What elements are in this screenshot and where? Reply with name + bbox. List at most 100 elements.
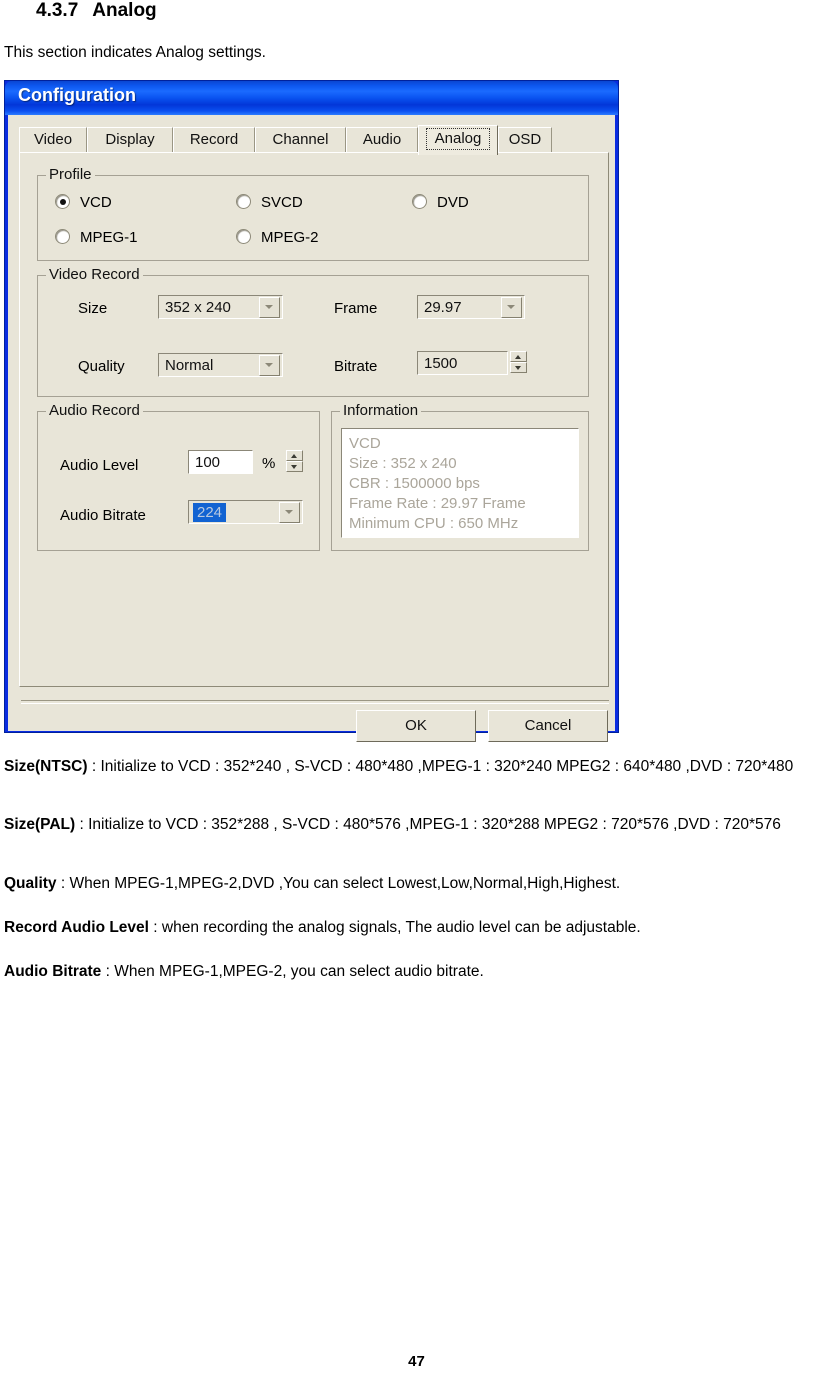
radio-profile-mpeg2[interactable]: MPEG-2 [236, 229, 319, 246]
quality-combobox[interactable]: Normal [158, 353, 283, 377]
tab-analog-label: Analog [426, 128, 490, 150]
audio-record-group-legend: Audio Record [46, 402, 143, 419]
paragraph-quality: Quality : When MPEG-1,MPEG-2,DVD ,You ca… [4, 872, 829, 895]
tab-osd-label: OSD [508, 131, 542, 148]
bitrate-stepper[interactable] [510, 351, 527, 375]
tab-strip: Video Display Record Channel Audio Analo… [19, 125, 552, 155]
paragraph-term: Size(NTSC) [4, 758, 88, 775]
paragraph-term: Quality [4, 875, 57, 892]
page-number: 47 [408, 1353, 425, 1370]
paragraph-body: : Initialize to VCD : 352*288 , S-VCD : … [75, 816, 781, 833]
document-page: 4.3.7 Analog This section indicates Analo… [0, 0, 833, 1376]
video-record-group-legend: Video Record [46, 266, 143, 283]
bitrate-input[interactable]: 1500 [417, 351, 508, 375]
radio-profile-svcd-label: SVCD [261, 194, 303, 211]
radio-profile-vcd-label: VCD [80, 194, 112, 211]
section-number: 4.3.7 [36, 0, 79, 21]
paragraph-body: : When MPEG-1,MPEG-2,DVD ,You can select… [56, 875, 621, 892]
radio-profile-dvd[interactable]: DVD [412, 194, 469, 211]
audio-level-label: Audio Level [60, 457, 139, 474]
tab-video-label: Video [33, 131, 73, 148]
tab-record[interactable]: Record [173, 127, 255, 153]
radio-profile-vcd[interactable]: VCD [55, 194, 112, 211]
tab-channel[interactable]: Channel [255, 127, 346, 153]
tab-osd[interactable]: OSD [498, 127, 552, 153]
tab-video[interactable]: Video [19, 127, 87, 153]
dialog-separator [21, 700, 609, 704]
profile-group: Profile VCD SVCD DVD MPEG-1 MPEG-2 [37, 166, 589, 261]
audio-bitrate-label: Audio Bitrate [60, 507, 146, 524]
information-group-legend: Information [340, 402, 422, 419]
section-intro-text: This section indicates Analog settings. [4, 44, 266, 61]
cancel-button[interactable]: Cancel [488, 710, 608, 742]
info-line: Minimum CPU : 650 MHz [349, 515, 519, 532]
dialog-client-area: Video Display Record Channel Audio Analo… [8, 115, 615, 742]
frame-combobox-value: 29.97 [424, 298, 462, 316]
paragraph-size-ntsc: Size(NTSC) : Initialize to VCD : 352*240… [4, 755, 829, 778]
chevron-down-icon[interactable] [259, 354, 280, 376]
paragraph-record-audio-level: Record Audio Level : when recording the … [4, 916, 829, 939]
stepper-down-icon[interactable] [510, 362, 527, 373]
bitrate-label: Bitrate [334, 358, 378, 375]
analog-tab-page: Profile VCD SVCD DVD MPEG-1 MPEG-2 Video… [19, 152, 609, 687]
paragraph-body: : Initialize to VCD : 352*240 , S-VCD : … [87, 758, 794, 775]
dialog-title-bar[interactable]: Configuration [5, 81, 618, 115]
size-combobox[interactable]: 352 x 240 [158, 295, 283, 319]
paragraph-size-pal: Size(PAL) : Initialize to VCD : 352*288 … [4, 813, 829, 836]
radio-dot-icon [236, 194, 251, 209]
tab-analog[interactable]: Analog [418, 125, 498, 155]
info-line: Frame Rate : 29.97 Frame [349, 495, 526, 512]
radio-profile-mpeg2-label: MPEG-2 [261, 229, 319, 246]
frame-combobox[interactable]: 29.97 [417, 295, 525, 319]
paragraph-body: : when recording the analog signals, The… [148, 919, 641, 936]
configuration-dialog: Configuration Video Display Record Chann… [4, 80, 619, 742]
quality-label: Quality [78, 358, 125, 375]
radio-dot-icon [55, 194, 70, 209]
chevron-down-icon[interactable] [279, 501, 300, 523]
tab-audio-label: Audio [362, 131, 402, 148]
audio-level-stepper[interactable] [286, 450, 303, 474]
frame-label: Frame [334, 300, 378, 317]
audio-bitrate-combobox-value: 224 [193, 502, 227, 522]
dialog-title: Configuration [18, 85, 136, 105]
paragraph-audio-bitrate: Audio Bitrate : When MPEG-1,MPEG-2, you … [4, 960, 829, 983]
tab-record-label: Record [189, 131, 239, 148]
profile-group-legend: Profile [46, 166, 95, 183]
video-record-group: Video Record Size 352 x 240 Frame 29.97 … [37, 266, 589, 397]
info-line: CBR : 1500000 bps [349, 475, 480, 492]
radio-dot-icon [55, 229, 70, 244]
stepper-up-icon[interactable] [286, 450, 303, 461]
tab-audio[interactable]: Audio [346, 127, 418, 153]
paragraph-term: Size(PAL) [4, 816, 76, 833]
percent-symbol: % [262, 455, 276, 472]
section-title: Analog [92, 0, 157, 21]
radio-profile-dvd-label: DVD [437, 194, 469, 211]
info-line: VCD [349, 435, 381, 452]
radio-dot-icon [412, 194, 427, 209]
audio-bitrate-combobox[interactable]: 224 [188, 500, 303, 524]
paragraph-body: : When MPEG-1,MPEG-2, you can select aud… [101, 963, 484, 980]
size-combobox-value: 352 x 240 [165, 298, 231, 316]
section-heading: 4.3.7 Analog [36, 0, 157, 22]
tab-display-label: Display [105, 131, 155, 148]
paragraph-term: Record Audio Level [4, 919, 149, 936]
audio-level-input[interactable]: 100 [188, 450, 253, 474]
info-line: Size : 352 x 240 [349, 455, 457, 472]
chevron-down-icon[interactable] [259, 296, 280, 318]
tab-channel-label: Channel [272, 131, 329, 148]
information-readonly-box: VCD Size : 352 x 240 CBR : 1500000 bps F… [341, 428, 579, 538]
information-group: Information VCD Size : 352 x 240 CBR : 1… [331, 402, 589, 551]
radio-profile-svcd[interactable]: SVCD [236, 194, 303, 211]
chevron-down-icon[interactable] [501, 296, 522, 318]
tab-display[interactable]: Display [87, 127, 173, 153]
stepper-up-icon[interactable] [510, 351, 527, 362]
audio-record-group: Audio Record Audio Level 100 % Audio Bit… [37, 402, 320, 551]
stepper-down-icon[interactable] [286, 461, 303, 472]
radio-profile-mpeg1-label: MPEG-1 [80, 229, 138, 246]
ok-button[interactable]: OK [356, 710, 476, 742]
radio-dot-icon [236, 229, 251, 244]
paragraph-term: Audio Bitrate [4, 963, 102, 980]
radio-profile-mpeg1[interactable]: MPEG-1 [55, 229, 138, 246]
size-label: Size [78, 300, 108, 317]
quality-combobox-value: Normal [165, 356, 214, 374]
